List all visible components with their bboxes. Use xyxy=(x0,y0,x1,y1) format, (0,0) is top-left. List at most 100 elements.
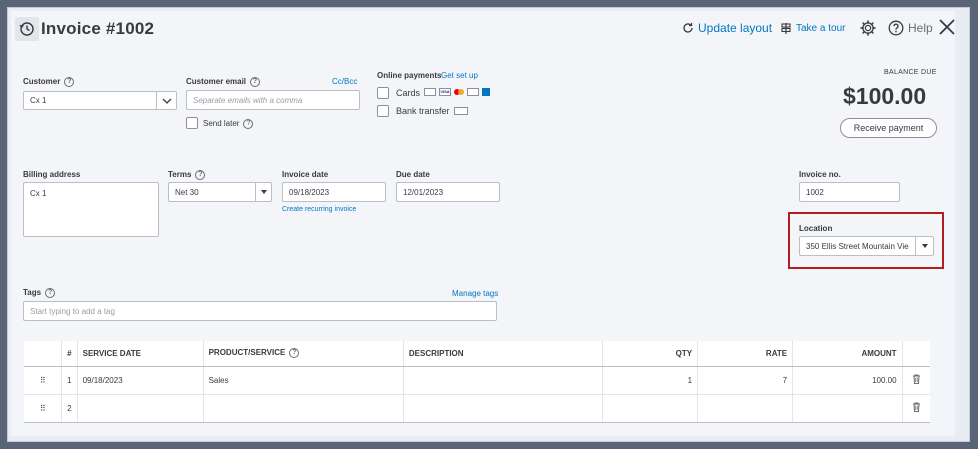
column-header-description: DESCRIPTION xyxy=(403,341,604,367)
column-header-service-date: SERVICE DATE xyxy=(77,341,204,367)
caret-down-icon[interactable] xyxy=(915,237,933,255)
email-placeholder: Separate emails with a comma xyxy=(193,95,303,105)
amex-icon xyxy=(424,88,436,96)
invoice-window: Invoice #1002 Update layout Take a tour … xyxy=(11,11,955,436)
location-select[interactable]: 350 Ellis Street Mountain Vie xyxy=(799,236,934,256)
amount-cell[interactable]: 100.00 xyxy=(792,366,903,395)
bank-transfer-checkbox[interactable] xyxy=(377,105,389,117)
take-tour-button[interactable]: Take a tour xyxy=(780,22,845,35)
customer-select[interactable]: Cx 1 xyxy=(23,91,177,110)
send-later-label: Send later? xyxy=(203,119,254,129)
help-label: Help xyxy=(908,21,933,35)
service-date-cell[interactable] xyxy=(77,394,204,423)
due-date-field[interactable]: 12/01/2023 xyxy=(396,182,500,202)
create-recurring-link[interactable]: Create recurring invoice xyxy=(282,206,356,213)
product-service-cell[interactable] xyxy=(203,394,404,423)
gear-icon[interactable] xyxy=(859,19,877,37)
refresh-icon xyxy=(683,23,693,33)
tags-label: Tags? xyxy=(23,288,56,298)
signpost-icon xyxy=(781,23,791,34)
rate-cell[interactable]: 7 xyxy=(697,366,794,395)
column-header-rate: RATE xyxy=(697,341,794,367)
drag-handle-icon[interactable]: ⠿ xyxy=(24,366,62,395)
history-icon[interactable] xyxy=(15,17,39,41)
cards-checkbox[interactable] xyxy=(377,87,389,99)
product-service-cell[interactable]: Sales xyxy=(203,366,404,395)
terms-select[interactable]: Net 30 xyxy=(168,182,272,202)
location-value: 350 Ellis Street Mountain Vie xyxy=(806,241,909,251)
help-icon[interactable]: ? xyxy=(243,119,254,129)
help-icon[interactable]: ? xyxy=(45,288,56,298)
qty-cell[interactable] xyxy=(602,394,699,423)
update-layout-label: Update layout xyxy=(698,21,773,35)
column-header-qty: QTY xyxy=(602,341,699,367)
take-tour-label: Take a tour xyxy=(796,23,846,34)
page-title: Invoice #1002 xyxy=(41,19,155,38)
description-cell[interactable] xyxy=(403,394,604,423)
description-cell[interactable] xyxy=(403,366,604,395)
drag-handle-icon[interactable]: ⠿ xyxy=(24,394,62,423)
help-icon[interactable]: ? xyxy=(289,348,300,359)
row-number: 1 xyxy=(61,366,78,395)
column-header-product-service: PRODUCT/SERVICE? xyxy=(203,341,404,367)
billing-address-label: Billing address xyxy=(23,170,81,179)
help-icon[interactable]: ? xyxy=(250,77,261,87)
update-layout-button[interactable]: Update layout xyxy=(682,21,772,35)
service-date-cell[interactable]: 09/18/2023 xyxy=(77,366,204,395)
row-number: 2 xyxy=(61,394,78,423)
balance-amount: $100.00 xyxy=(843,83,927,109)
bank-icon xyxy=(482,88,490,96)
bank-transfer-label: Bank transfer xyxy=(396,106,450,116)
terms-value: Net 30 xyxy=(175,187,199,197)
email-field[interactable]: Separate emails with a comma xyxy=(186,90,360,110)
customer-label: Customer? xyxy=(23,77,75,87)
caret-down-icon[interactable] xyxy=(255,183,271,201)
billing-address-value: Cx 1 xyxy=(30,189,47,198)
cc-bcc-link[interactable]: Cc/Bcc xyxy=(332,77,357,86)
line-items-table: # SERVICE DATE PRODUCT/SERVICE? DESCRIPT… xyxy=(24,341,930,423)
tags-input[interactable]: Start typing to add a tag xyxy=(23,301,497,321)
help-icon xyxy=(888,20,904,36)
receive-payment-button[interactable]: Receive payment xyxy=(840,118,937,138)
visa-icon: VISA xyxy=(439,88,451,96)
help-icon[interactable]: ? xyxy=(195,170,206,180)
title-bar: Invoice #1002 Update layout Take a tour … xyxy=(11,11,955,47)
invoice-no-label: Invoice no. xyxy=(799,170,841,179)
send-later-checkbox[interactable] xyxy=(186,117,198,129)
invoice-no-field[interactable]: 1002 xyxy=(799,182,900,202)
column-header-number: # xyxy=(61,341,78,367)
table-row: ⠿ 1 09/18/2023 Sales 1 7 100.00 xyxy=(24,366,930,395)
ach-icon xyxy=(454,107,468,115)
rate-cell[interactable] xyxy=(697,394,794,423)
get-set-up-link[interactable]: Get set up xyxy=(441,71,478,80)
due-date-label: Due date xyxy=(396,170,430,179)
balance-due-label: BALANCE DUE xyxy=(884,69,937,76)
invoice-date-field[interactable]: 09/18/2023 xyxy=(282,182,386,202)
invoice-date-value: 09/18/2023 xyxy=(289,187,330,197)
customer-email-label: Customer email? xyxy=(186,77,261,87)
amount-cell[interactable] xyxy=(792,394,903,423)
discover-icon xyxy=(467,88,479,96)
close-icon[interactable] xyxy=(937,17,955,37)
due-date-value: 12/01/2023 xyxy=(403,187,444,197)
table-row: ⠿ 2 xyxy=(24,394,930,423)
trash-icon[interactable] xyxy=(902,366,930,395)
invoice-no-value: 1002 xyxy=(806,187,824,197)
mastercard-icon xyxy=(454,88,464,96)
help-icon[interactable]: ? xyxy=(64,77,75,87)
delete-column-header xyxy=(902,341,930,367)
manage-tags-link[interactable]: Manage tags xyxy=(452,289,498,298)
table-header-row: # SERVICE DATE PRODUCT/SERVICE? DESCRIPT… xyxy=(24,341,930,367)
location-label: Location xyxy=(799,224,833,233)
column-header-amount: AMOUNT xyxy=(792,341,903,367)
qty-cell[interactable]: 1 xyxy=(602,366,699,395)
terms-label: Terms? xyxy=(168,170,206,180)
online-payments-label: Online payments xyxy=(377,71,442,80)
card-logos: VISA xyxy=(424,88,490,96)
invoice-date-label: Invoice date xyxy=(282,170,329,179)
trash-icon[interactable] xyxy=(902,394,930,423)
cards-label: Cards xyxy=(396,88,421,98)
help-button[interactable]: Help xyxy=(888,20,933,36)
chevron-down-icon[interactable] xyxy=(156,92,176,109)
billing-address-field[interactable]: Cx 1 xyxy=(23,182,159,237)
